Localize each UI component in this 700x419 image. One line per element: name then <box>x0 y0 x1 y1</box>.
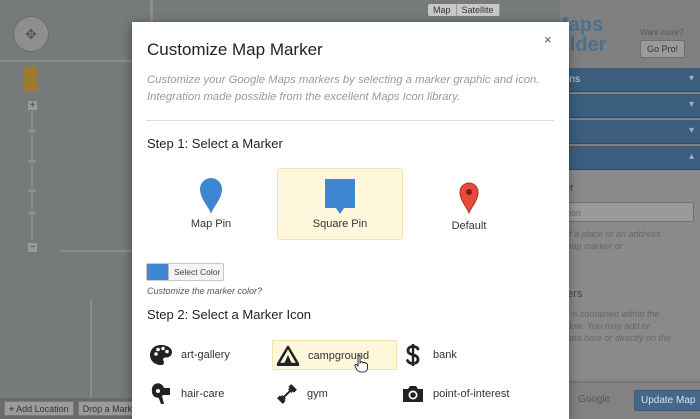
panel-text: map marker or <box>564 241 623 251</box>
color-hint: Customize the marker color? <box>147 286 263 296</box>
map-type-satellite[interactable]: Satellite <box>457 4 500 16</box>
marker-option-default[interactable]: Default <box>406 168 532 240</box>
icon-label: art-gallery <box>181 349 230 361</box>
panel-heading: er <box>564 182 694 194</box>
description-line: Customize your Google Maps markers by se… <box>147 74 540 86</box>
update-map-button[interactable]: Update Map <box>634 390 700 411</box>
tent-icon <box>276 345 300 366</box>
icon-option-art-gallery[interactable]: art-gallery <box>146 340 271 370</box>
divider <box>146 120 554 121</box>
description-line: Integration made possible from the excel… <box>147 91 461 103</box>
icon-label: bank <box>433 349 457 361</box>
step1-heading: Step 1: Select a Marker <box>147 136 283 151</box>
dumbbell-icon <box>277 384 297 404</box>
icon-option-bank[interactable]: bank <box>398 340 523 370</box>
camera-icon <box>403 386 423 402</box>
marker-label: Default <box>451 220 487 232</box>
accordion-section-1[interactable]: ons <box>560 68 700 92</box>
zoom-tick <box>28 130 36 132</box>
zoom-in-button[interactable]: + <box>27 100 38 111</box>
map-pin-icon <box>200 178 222 214</box>
palette-icon <box>150 345 172 365</box>
icon-option-campground[interactable]: campground <box>272 340 397 370</box>
add-location-button[interactable]: ⌖ Add Location <box>4 401 74 416</box>
zoom-out-button[interactable]: − <box>27 242 38 253</box>
accordion-section-4[interactable] <box>560 146 700 170</box>
panel-text: s is contained within the <box>564 309 660 319</box>
sidebar: Maps uilder Want more? Go Pro! ons er io… <box>560 0 700 419</box>
pegman-icon[interactable] <box>24 66 38 92</box>
map-type-control[interactable]: Map Satellite <box>428 4 500 16</box>
map-type-map[interactable]: Map <box>428 4 457 16</box>
select-color-button[interactable]: Select Color <box>146 263 224 281</box>
zoom-tick <box>28 212 36 214</box>
step2-heading: Step 2: Select a Marker Icon <box>147 307 312 322</box>
accordion-section-2[interactable] <box>560 94 700 118</box>
marker-label: Square Pin <box>312 218 368 230</box>
close-icon[interactable]: × <box>544 32 552 47</box>
icon-label: hair-care <box>181 388 225 400</box>
panel-text: n. <box>564 344 694 356</box>
panel-text: data here or directly on the <box>564 333 672 343</box>
marker-option-map-pin[interactable]: Map Pin <box>148 168 274 240</box>
zoom-tick <box>28 160 36 162</box>
icon-label: gym <box>307 388 328 400</box>
square-pin-icon <box>325 179 355 214</box>
accordion-section-3[interactable] <box>560 120 700 144</box>
panel-text: of a place or an address <box>564 229 661 239</box>
select-color-label: Select Color <box>174 267 221 277</box>
marker-option-square-pin[interactable]: Square Pin <box>277 168 403 240</box>
google-logo: Google <box>578 394 611 405</box>
color-swatch <box>147 264 169 280</box>
location-input[interactable]: ion <box>564 202 694 222</box>
add-location-label: Add Location <box>16 404 69 414</box>
default-pin-icon <box>459 182 479 214</box>
zoom-tick <box>28 190 36 192</box>
icon-option-gym[interactable]: gym <box>272 379 397 409</box>
accordion-panel: er ion of a place or an address map mark… <box>560 170 700 380</box>
icon-option-hair-care[interactable]: hair-care <box>146 379 271 409</box>
dollar-icon <box>406 344 420 366</box>
hair-dryer-icon <box>151 383 170 404</box>
customize-marker-modal: Customize Map Marker × Customize your Go… <box>132 22 569 419</box>
go-pro-button[interactable]: Go Pro! <box>640 40 686 58</box>
panel-heading: ters <box>564 288 583 300</box>
modal-title: Customize Map Marker <box>147 40 323 59</box>
icon-option-point-of-interest[interactable]: point-of-interest <box>398 379 523 409</box>
panel-text: elow. You may add or <box>564 321 650 331</box>
icon-label: point-of-interest <box>433 388 510 400</box>
modal-description: Customize your Google Maps markers by se… <box>147 72 559 106</box>
marker-label: Map Pin <box>190 218 232 230</box>
want-more-text: Want more? <box>640 28 684 37</box>
hand-cursor-icon <box>354 355 368 373</box>
pan-control[interactable]: ✥ <box>13 16 49 52</box>
